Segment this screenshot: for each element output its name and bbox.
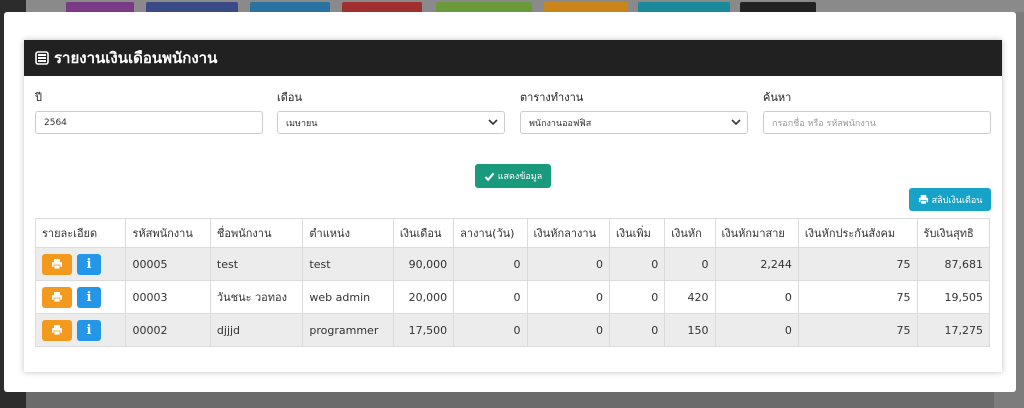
cell-leave-days: 0 xyxy=(453,247,528,281)
chevron-down-icon xyxy=(731,119,741,126)
cell-salary: 20,000 xyxy=(392,280,455,314)
table-row: i 00002 djjjd programmer 17,500 0 0 0 150 0 75 17,… xyxy=(34,313,991,347)
year-label: ปี xyxy=(35,91,42,104)
cell-social-security: 75 xyxy=(797,280,918,314)
col-employee-id: รหัสพนักงาน xyxy=(125,218,211,248)
printer-icon xyxy=(52,292,62,303)
printer-icon xyxy=(52,259,62,270)
col-deduction: เงินหัก xyxy=(664,218,716,248)
search-input[interactable]: กรอกชื่อ หรือ รหัสพนักงาน xyxy=(763,111,991,134)
month-group: เดือน เมษายน xyxy=(277,88,505,134)
col-late-deduction: เงินหักมาสาย xyxy=(714,218,799,248)
printer-icon xyxy=(52,325,62,336)
background-toolbar xyxy=(26,0,1024,12)
month-value: เมษายน xyxy=(286,118,318,129)
col-salary: เงินเดือน xyxy=(392,218,455,248)
schedule-select[interactable]: พนักงานออฟฟิส xyxy=(520,111,748,134)
row-actions: i xyxy=(34,313,127,347)
print-button[interactable] xyxy=(42,319,72,341)
month-select[interactable]: เมษายน xyxy=(277,111,505,134)
cell-leave-deduction: 0 xyxy=(526,280,610,314)
list-report-icon xyxy=(35,51,49,65)
cell-social-security: 75 xyxy=(797,313,918,347)
cell-net-pay: 17,275 xyxy=(916,313,991,347)
row-actions: i xyxy=(34,247,127,281)
salary-report-card: รายงานเงินเดือนพนักงาน ปี 2564 เดือน เมษ… xyxy=(24,40,1002,372)
printer-icon xyxy=(918,194,928,205)
col-net-pay: รับเงินสุทธิ xyxy=(916,218,991,248)
salary-table: รายละเอียด รหัสพนักงาน ชื่อพนักงาน ตำแหน… xyxy=(34,218,991,347)
table-row: i 00003 วันชนะ วอทอง web admin 20,000 0 0 0 420… xyxy=(34,280,991,314)
cell-employee-name: test xyxy=(209,247,304,281)
info-icon: i xyxy=(86,256,92,272)
search-group: ค้นหา กรอกชื่อ หรือ รหัสพนักงาน xyxy=(763,88,991,134)
cell-late-deduction: 0 xyxy=(714,280,799,314)
cell-deduction: 150 xyxy=(664,313,716,347)
cell-employee-id: 00003 xyxy=(125,280,211,314)
cell-late-deduction: 2,244 xyxy=(714,247,799,281)
cell-net-pay: 19,505 xyxy=(916,280,991,314)
col-employee-name: ชื่อพนักงาน xyxy=(209,218,304,248)
info-button[interactable]: i xyxy=(77,253,101,275)
row-actions: i xyxy=(34,280,127,314)
table-header-row: รายละเอียด รหัสพนักงาน ชื่อพนักงาน ตำแหน… xyxy=(34,218,991,248)
cell-employee-id: 00002 xyxy=(125,313,211,347)
cell-additional: 0 xyxy=(608,247,666,281)
schedule-value: พนักงานออฟฟิส xyxy=(529,118,592,129)
cell-position: test xyxy=(302,247,394,281)
year-value: 2564 xyxy=(44,117,67,128)
cell-additional: 0 xyxy=(608,313,666,347)
cell-social-security: 75 xyxy=(797,247,918,281)
cell-leave-deduction: 0 xyxy=(526,247,610,281)
col-leave-days: ลางาน(วัน) xyxy=(453,218,528,248)
col-details: รายละเอียด xyxy=(34,218,127,248)
print-button[interactable] xyxy=(42,286,72,308)
info-button[interactable]: i xyxy=(77,286,101,308)
col-social-security: เงินหักประกันสังคม xyxy=(797,218,918,248)
check-icon xyxy=(484,172,495,181)
show-data-label: แสดงข้อมูล xyxy=(497,172,543,182)
cell-employee-name: วันชนะ วอทอง xyxy=(209,280,304,314)
chevron-down-icon xyxy=(488,119,498,126)
col-leave-deduction: เงินหักลางาน xyxy=(526,218,610,248)
show-data-button[interactable]: แสดงข้อมูล xyxy=(475,164,551,188)
cell-deduction: 0 xyxy=(664,247,716,281)
schedule-group: ตารางทำงาน พนักงานออฟฟิส xyxy=(520,88,748,134)
salary-slip-button[interactable]: สลิปเงินเดือน xyxy=(909,188,991,211)
cell-salary: 17,500 xyxy=(392,313,455,347)
info-icon: i xyxy=(86,322,92,338)
search-placeholder: กรอกชื่อ หรือ รหัสพนักงาน xyxy=(772,118,876,129)
cell-leave-deduction: 0 xyxy=(526,313,610,347)
page-title: รายงานเงินเดือนพนักงาน xyxy=(54,49,218,67)
cell-leave-days: 0 xyxy=(453,280,528,314)
info-icon: i xyxy=(86,289,92,305)
cell-late-deduction: 0 xyxy=(714,313,799,347)
schedule-label: ตารางทำงาน xyxy=(520,91,584,104)
cell-position: web admin xyxy=(302,280,394,314)
year-group: ปี 2564 xyxy=(35,88,263,134)
cell-employee-name: djjjd xyxy=(209,313,304,347)
cell-deduction: 420 xyxy=(664,280,716,314)
year-input[interactable]: 2564 xyxy=(35,111,263,134)
search-label: ค้นหา xyxy=(763,91,792,104)
cell-employee-id: 00005 xyxy=(125,247,211,281)
cell-additional: 0 xyxy=(608,280,666,314)
info-button[interactable]: i xyxy=(77,319,101,341)
modal-dialog: รายงานเงินเดือนพนักงาน ปี 2564 เดือน เมษ… xyxy=(4,12,1016,392)
salary-slip-label: สลิปเงินเดือน xyxy=(931,195,983,206)
cell-salary: 90,000 xyxy=(392,247,455,281)
print-button[interactable] xyxy=(42,253,72,275)
card-header: รายงานเงินเดือนพนักงาน xyxy=(24,40,1002,76)
cell-net-pay: 87,681 xyxy=(916,247,991,281)
col-additional: เงินเพิ่ม xyxy=(608,218,666,248)
month-label: เดือน xyxy=(277,91,303,104)
cell-leave-days: 0 xyxy=(453,313,528,347)
cell-position: programmer xyxy=(302,313,394,347)
table-row: i 00005 test test 90,000 0 0 0 0 2,244 75 87,681 xyxy=(34,247,991,281)
col-position: ตำแหน่ง xyxy=(302,218,394,248)
